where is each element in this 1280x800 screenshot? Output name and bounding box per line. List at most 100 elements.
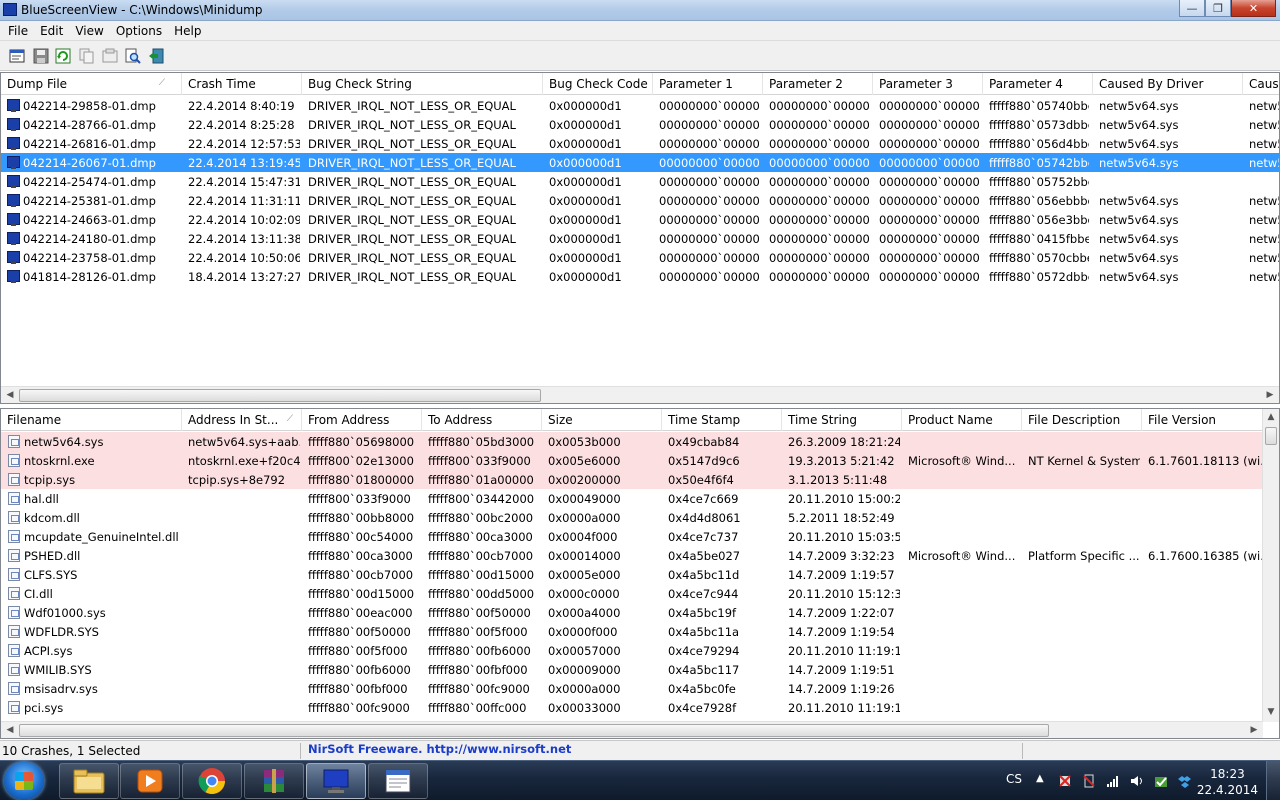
scroll-right-icon[interactable]: ▶ <box>1263 389 1277 402</box>
exit-button[interactable] <box>147 47 165 64</box>
driver-row-highlighted[interactable]: tcpip.sys tcpip.sys+8e792 fffff880`0180000… <box>1 470 1263 489</box>
taskbar-media-player[interactable] <box>120 763 180 799</box>
crash-row[interactable]: 042214-23758-01.dmp 22.4.2014 10:50:06 DRI… <box>1 248 1279 267</box>
crash-row-selected[interactable]: 042214-26067-01.dmp 22.4.2014 13:19:45 DRI… <box>1 153 1279 172</box>
crash-row[interactable]: 042214-26816-01.dmp 22.4.2014 12:57:53 DRI… <box>1 134 1279 153</box>
driver-file-icon <box>8 682 20 695</box>
driver-list-hscrollbar[interactable]: ◀ ▶ <box>1 721 1263 738</box>
menu-options[interactable]: Options <box>110 21 168 40</box>
clock-time: 18:23 <box>1210 767 1245 781</box>
crash-row[interactable]: 041814-28126-01.dmp 18.4.2014 13:27:27 DRI… <box>1 267 1279 286</box>
minimize-button[interactable]: — <box>1179 0 1205 17</box>
col-parameter-1[interactable]: Parameter 1 <box>653 73 763 95</box>
action-center-icon[interactable] <box>1058 774 1072 788</box>
properties-button[interactable] <box>8 47 26 64</box>
volume-icon[interactable] <box>1130 774 1144 788</box>
taskbar-bluescreenview[interactable] <box>306 763 366 799</box>
taskbar-window-app[interactable] <box>368 763 428 799</box>
crash-row[interactable]: 042214-29858-01.dmp 22.4.2014 8:40:19 DRIV… <box>1 96 1279 115</box>
show-desktop-button[interactable] <box>1266 761 1280 800</box>
cell-parameter-1: 00000000`000000... <box>659 251 759 265</box>
col-size[interactable]: Size <box>542 409 662 431</box>
col-file-description[interactable]: File Description <box>1022 409 1142 431</box>
col-time-stamp[interactable]: Time Stamp <box>662 409 782 431</box>
driver-row[interactable]: hal.dll fffff800`033f9000 fffff800`0344200… <box>1 489 1263 508</box>
driver-row-highlighted[interactable]: netw5v64.sys netw5v64.sys+aab... fffff880`… <box>1 432 1263 451</box>
options-button[interactable] <box>101 47 119 64</box>
driver-row[interactable]: CLFS.SYS fffff880`00cb7000 fffff880`00d150… <box>1 565 1263 584</box>
cell-file-version <box>1148 435 1262 450</box>
find-button[interactable] <box>124 47 142 64</box>
driver-row[interactable]: WMILIB.SYS fffff880`00fb6000 fffff880`00fb… <box>1 660 1263 679</box>
battery-icon[interactable] <box>1082 774 1096 788</box>
scroll-right-icon[interactable]: ▶ <box>1247 724 1261 737</box>
crash-row[interactable]: 042214-24180-01.dmp 22.4.2014 13:11:38 DRI… <box>1 229 1279 248</box>
taskbar-chrome[interactable] <box>182 763 242 799</box>
col-address-in-stack[interactable]: Address In St... ⟋ <box>182 409 302 431</box>
col-parameter-3[interactable]: Parameter 3 <box>873 73 983 95</box>
col-cause[interactable]: Cause <box>1243 73 1279 95</box>
save-button[interactable] <box>32 47 50 64</box>
crash-list[interactable]: Dump File ⟋ Crash Time Bug Check String B… <box>0 72 1280 404</box>
driver-row[interactable]: ACPI.sys fffff880`00f5f000 fffff880`00fb60… <box>1 641 1263 660</box>
col-from-address[interactable]: From Address <box>302 409 422 431</box>
scroll-up-icon[interactable]: ▲ <box>1264 411 1278 424</box>
security-icon[interactable] <box>1154 774 1168 788</box>
driver-list-vscrollbar[interactable]: ▲ ▼ <box>1262 409 1279 722</box>
taskbar-explorer[interactable] <box>59 763 119 799</box>
driver-row-highlighted[interactable]: ntoskrnl.exe ntoskrnl.exe+f20c4 fffff800`0… <box>1 451 1263 470</box>
col-dump-file[interactable]: Dump File ⟋ <box>1 73 182 95</box>
col-bug-check-code[interactable]: Bug Check Code <box>543 73 653 95</box>
show-hidden-icons-icon[interactable]: ▲ <box>1036 773 1050 787</box>
col-crash-time[interactable]: Crash Time <box>182 73 302 95</box>
menu-file[interactable]: File <box>2 21 34 40</box>
dropbox-icon[interactable] <box>1178 774 1192 788</box>
driver-row[interactable]: CI.dll fffff880`00d15000 fffff880`00dd5000… <box>1 584 1263 603</box>
driver-list-vscroll-thumb[interactable] <box>1265 427 1277 445</box>
driver-row[interactable]: Wdf01000.sys fffff880`00eac000 fffff880`00… <box>1 603 1263 622</box>
driver-row[interactable]: msisadrv.sys fffff880`00fbf000 fffff880`00… <box>1 679 1263 698</box>
close-button[interactable]: ✕ <box>1231 0 1276 17</box>
col-filename[interactable]: Filename <box>1 409 182 431</box>
crash-row[interactable]: 042214-28766-01.dmp 22.4.2014 8:25:28 DRIV… <box>1 115 1279 134</box>
copy-button[interactable] <box>78 47 96 64</box>
driver-row[interactable]: WDFLDR.SYS fffff880`00f50000 fffff880`00f5… <box>1 622 1263 641</box>
col-to-address[interactable]: To Address <box>422 409 542 431</box>
cell-file-description <box>1028 473 1140 488</box>
network-signal-icon[interactable] <box>1106 774 1120 788</box>
driver-row[interactable]: kdcom.dll fffff880`00bb8000 fffff880`00bc2… <box>1 508 1263 527</box>
col-file-version[interactable]: File Version <box>1142 409 1264 431</box>
cell-to-address: fffff880`00f5f000 <box>428 625 528 639</box>
refresh-button[interactable] <box>54 47 72 64</box>
cell-time-stamp: 0x4ce7c669 <box>668 492 739 506</box>
crash-list-hscrollbar[interactable]: ◀ ▶ <box>1 386 1279 403</box>
crash-row[interactable]: 042214-24663-01.dmp 22.4.2014 10:02:09 DRI… <box>1 210 1279 229</box>
driver-row[interactable]: pci.sys fffff880`00fc9000 fffff880`00ffc00… <box>1 698 1263 717</box>
col-bug-check-string[interactable]: Bug Check String <box>302 73 543 95</box>
cell-bug-check-string: DRIVER_IRQL_NOT_LESS_OR_EQUAL <box>308 194 516 208</box>
scroll-left-icon[interactable]: ◀ <box>3 389 17 402</box>
driver-list[interactable]: Filename Address In St... ⟋ From Address … <box>0 408 1280 739</box>
scroll-left-icon[interactable]: ◀ <box>3 724 17 737</box>
col-product-name[interactable]: Product Name <box>902 409 1022 431</box>
driver-row[interactable]: PSHED.dll fffff880`00ca3000 fffff880`00cb7… <box>1 546 1263 565</box>
clock[interactable]: 18:23 22.4.2014 <box>1197 766 1258 798</box>
crash-list-hscroll-thumb[interactable] <box>19 389 541 402</box>
col-parameter-2[interactable]: Parameter 2 <box>763 73 873 95</box>
menu-edit[interactable]: Edit <box>34 21 69 40</box>
menu-view[interactable]: View <box>69 21 109 40</box>
col-caused-by-driver[interactable]: Caused By Driver <box>1093 73 1243 95</box>
start-button[interactable] <box>4 762 44 800</box>
scroll-down-icon[interactable]: ▼ <box>1264 706 1278 719</box>
cell-time-stamp: 0x4a5bc19f <box>668 606 737 620</box>
col-time-string[interactable]: Time String <box>782 409 902 431</box>
crash-row[interactable]: 042214-25381-01.dmp 22.4.2014 11:31:11 DRI… <box>1 191 1279 210</box>
driver-row[interactable]: mcupdate_GenuineIntel.dll fffff880`00c540… <box>1 527 1263 546</box>
menu-help[interactable]: Help <box>168 21 207 40</box>
col-parameter-4[interactable]: Parameter 4 <box>983 73 1093 95</box>
taskbar-winrar[interactable] <box>244 763 304 799</box>
maximize-button[interactable]: ❐ <box>1205 0 1231 17</box>
crash-row[interactable]: 042214-25474-01.dmp 22.4.2014 15:47:31 DRI… <box>1 172 1279 191</box>
nirsoft-link[interactable]: NirSoft Freeware. http://www.nirsoft.net <box>308 742 571 756</box>
driver-list-hscroll-thumb[interactable] <box>19 724 1049 737</box>
